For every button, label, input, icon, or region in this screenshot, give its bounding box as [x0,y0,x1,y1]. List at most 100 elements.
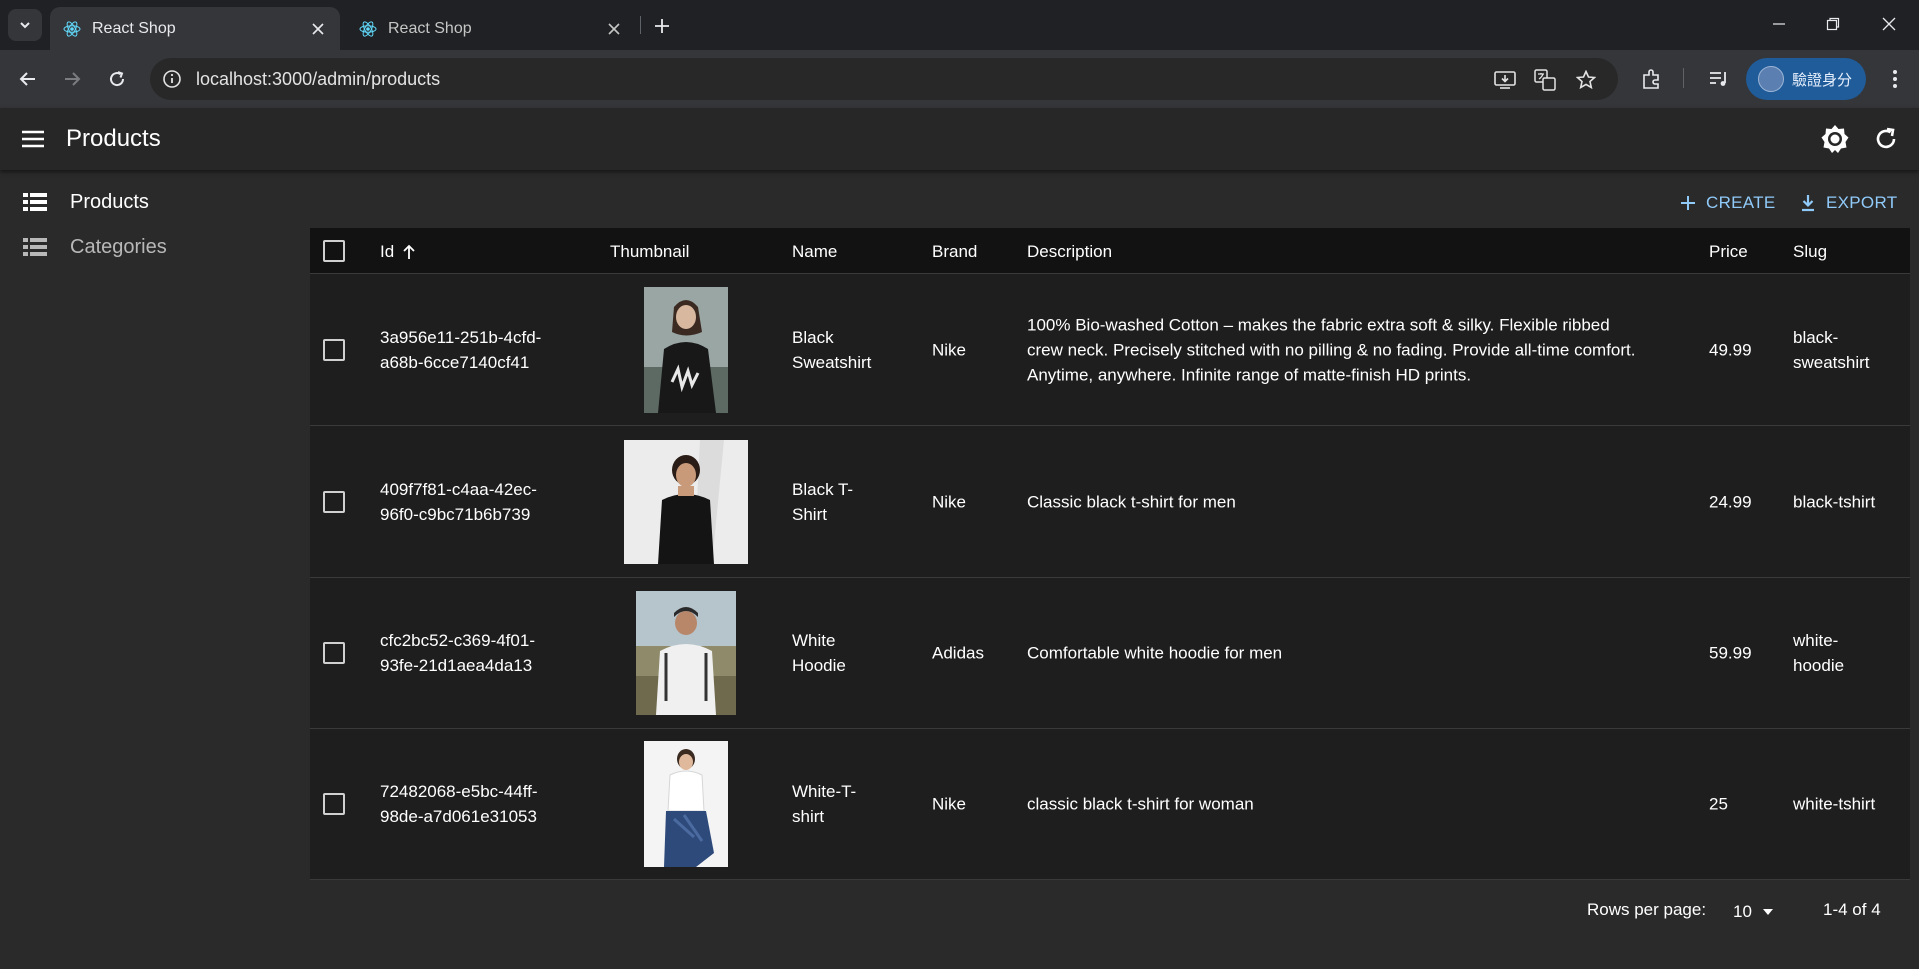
toolbar-divider [1683,68,1684,88]
cell-description: Classic black t-shirt for men [1027,492,1236,512]
table-row[interactable]: cfc2bc52-c369-4f01- 93fe-21d1aea4da13 Whi… [310,578,1910,729]
column-header-description[interactable]: Description [1027,242,1112,262]
restore-window-button[interactable] [1806,0,1860,48]
sidebar-item-categories[interactable]: Categories [0,225,300,269]
sidebar-item-label: Products [70,190,149,213]
refresh-button[interactable] [1871,124,1901,154]
address-bar[interactable]: localhost:3000/admin/products [150,58,1618,100]
browser-menu-icon[interactable] [1882,66,1908,92]
arrow-right-icon [65,72,81,86]
translate-icon[interactable] [1534,69,1556,91]
site-info-icon[interactable] [162,69,182,89]
column-header-name[interactable]: Name [792,242,837,262]
table-row[interactable]: 72482068-e5bc-44ff- 98de-a7d061e31053 Whi… [310,729,1910,880]
select-all-checkbox[interactable] [323,240,345,262]
react-logo-icon [63,20,81,37]
page-title: Products [66,125,161,152]
brightness-icon [1821,125,1849,153]
cell-price: 59.99 [1709,643,1752,663]
new-tab-button[interactable] [648,12,676,40]
cell-price: 25 [1709,794,1728,814]
cell-price: 49.99 [1709,340,1752,360]
cell-brand: Nike [932,794,967,814]
cell-slug: white-hoodie [1793,631,1845,675]
table-header: Id Thumbnail Name Brand Description Pric… [310,228,1910,274]
product-thumbnail-white-hoodie[interactable] [636,591,736,715]
download-icon [1802,195,1814,212]
install-app-icon[interactable] [1494,69,1516,91]
cell-brand: Nike [932,340,967,360]
browser-tabstrip: React Shop React Shop [0,0,1919,50]
column-header-brand[interactable]: Brand [932,242,977,262]
extensions-icon[interactable] [1639,66,1665,92]
minimize-icon [1773,23,1785,25]
rows-per-page-select[interactable]: 10 [1733,900,1779,924]
cell-name: White Hoodie [792,631,846,675]
create-button[interactable]: CREATE [1680,190,1776,216]
cell-slug: black-sweatshirt [1793,328,1870,372]
plus-icon [1681,196,1695,210]
tab-title: React Shop [92,19,176,37]
pagination-range: 1-4 of 4 [1823,900,1881,919]
reload-icon [110,71,125,87]
rows-per-page-label: Rows per page: [1587,900,1707,919]
cell-description: classic black t-shirt for woman [1027,794,1254,814]
sort-ascending-icon [403,244,415,259]
column-header-thumbnail[interactable]: Thumbnail [610,242,689,262]
close-window-button[interactable] [1862,0,1916,48]
arrow-left-icon [19,72,35,86]
sidebar-item-products[interactable]: Products [0,180,300,224]
product-thumbnail-black-tshirt[interactable] [624,440,748,564]
bookmark-star-icon[interactable] [1575,69,1597,91]
cell-name: Black T- Shirt [792,480,854,524]
table-row[interactable]: 3a956e11-251b-4cfd-a68b-6cce7140cf41 Bla… [310,275,1910,426]
hamburger-menu-icon[interactable] [20,127,46,151]
media-controls-icon[interactable] [1706,66,1732,92]
tab-divider [640,16,641,34]
row-checkbox[interactable] [323,491,345,513]
cell-slug: white-tshirt [1793,794,1876,814]
profile-button[interactable]: 驗證身分 [1746,58,1866,100]
reload-button[interactable] [101,63,133,95]
close-tab-icon[interactable] [306,17,330,41]
avatar [1758,66,1784,92]
column-header-id[interactable]: Id [380,242,416,262]
restore-icon [1826,17,1840,31]
row-checkbox[interactable] [323,339,345,361]
browser-toolbar: localhost:3000/admin/products 驗證身分 [0,50,1919,108]
export-button[interactable]: EXPORT [1800,190,1897,216]
product-thumbnail-white-tshirt[interactable] [644,741,728,867]
row-checkbox[interactable] [323,642,345,664]
cell-name: Black Sweatshirt [792,328,872,372]
tab-search-button[interactable] [8,9,42,41]
back-button[interactable] [12,63,44,95]
cell-description: 100% Bio-washed Cotton – makes the fabri… [1027,315,1636,385]
profile-label: 驗證身分 [1792,71,1853,89]
list-icon [23,193,47,211]
cell-brand: Nike [932,492,967,512]
sidebar-item-label: Categories [70,235,167,258]
minimize-window-button[interactable] [1752,0,1806,48]
dropdown-arrow-icon [1762,909,1773,915]
list-icon [23,238,47,256]
url-text: localhost:3000/admin/products [196,69,441,89]
cell-brand: Adidas [932,643,984,663]
close-tab-icon[interactable] [602,17,626,41]
close-icon [1882,17,1896,31]
forward-button[interactable] [56,63,88,95]
create-label: CREATE [1706,193,1776,212]
cell-slug: black-tshirt [1793,492,1876,512]
browser-tab[interactable]: React Shop [346,7,636,50]
theme-toggle-button[interactable] [1820,124,1850,154]
cell-id: 72482068-e5bc-44ff- 98de-a7d061e31053 [380,782,538,826]
column-header-slug[interactable]: Slug [1793,242,1827,262]
cell-name: White-T-shirt [792,782,857,826]
refresh-icon [1876,127,1896,149]
table-row[interactable]: 409f7f81-c4aa-42ec- 96f0-c9bc71b6b739 Bla… [310,427,1910,578]
row-checkbox[interactable] [323,793,345,815]
column-header-price[interactable]: Price [1709,242,1748,262]
export-label: EXPORT [1826,193,1898,212]
product-thumbnail-black-sweatshirt[interactable] [644,287,728,413]
react-logo-icon [359,20,377,37]
browser-tab-active[interactable]: React Shop [50,7,340,50]
